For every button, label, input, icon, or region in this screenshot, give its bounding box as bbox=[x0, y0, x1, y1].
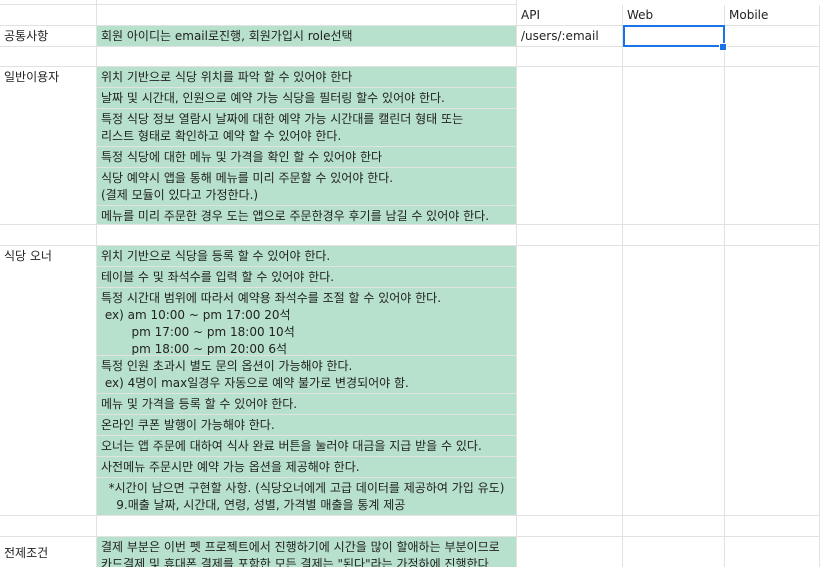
empty-cell[interactable] bbox=[725, 225, 820, 246]
requirement-cell[interactable]: 위치 기반으로 식당을 등록 할 수 있어야 한다. bbox=[97, 246, 517, 267]
empty-cell[interactable] bbox=[97, 47, 517, 67]
header-api[interactable]: API bbox=[517, 5, 623, 26]
requirement-cell[interactable]: 날짜 및 시간대, 인원으로 예약 가능 식당을 필터링 할수 있어야 한다. bbox=[97, 88, 517, 109]
api-column-cell[interactable] bbox=[517, 67, 623, 225]
common-api-cell[interactable]: /users/:email bbox=[517, 26, 623, 47]
requirement-cell[interactable]: 테이블 수 및 좌석수를 입력 할 수 있어야 한다. bbox=[97, 267, 517, 288]
empty-cell[interactable] bbox=[97, 5, 517, 26]
empty-cell[interactable] bbox=[725, 516, 820, 537]
empty-cell[interactable] bbox=[0, 47, 97, 67]
section-label-common[interactable]: 공통사항 bbox=[0, 26, 97, 47]
requirement-cell[interactable]: 온라인 쿠폰 발행이 가능해야 한다. bbox=[97, 415, 517, 436]
mobile-column-cell[interactable] bbox=[725, 537, 820, 567]
requirement-cell[interactable]: *시간이 남으면 구현할 사항. (식당오너에게 고급 데이터를 제공하여 가입… bbox=[97, 478, 517, 516]
empty-cell[interactable] bbox=[0, 516, 97, 537]
requirement-cell[interactable]: 식당 예약시 앱을 통해 메뉴를 미리 주문할 수 있어야 한다. (결제 모듈… bbox=[97, 168, 517, 206]
fill-handle[interactable] bbox=[719, 43, 727, 51]
empty-cell[interactable] bbox=[97, 225, 517, 246]
empty-cell[interactable] bbox=[623, 516, 725, 537]
mobile-column-cell[interactable] bbox=[725, 67, 820, 225]
requirement-cell[interactable]: 메뉴를 미리 주문한 경우 도는 앱으로 주문한경우 후기를 남길 수 있어야 … bbox=[97, 206, 517, 225]
empty-cell[interactable] bbox=[517, 225, 623, 246]
header-web[interactable]: Web bbox=[623, 5, 725, 26]
web-column-cell[interactable] bbox=[623, 67, 725, 225]
api-column-cell[interactable] bbox=[517, 537, 623, 567]
requirement-cell[interactable]: 특정 식당에 대한 메뉴 및 가격을 확인 할 수 있어야 한다 bbox=[97, 147, 517, 168]
common-desc-cell[interactable]: 회원 아이디는 email로진행, 회원가입시 role선택 bbox=[97, 26, 517, 47]
empty-cell[interactable] bbox=[517, 47, 623, 67]
web-column-cell[interactable] bbox=[623, 537, 725, 567]
requirement-cell[interactable]: 특정 인원 초과시 별도 문의 옵션이 가능해야 한다. ex) 4명이 max… bbox=[97, 356, 517, 394]
requirement-cell[interactable]: 사전메뉴 주문시만 예약 가능 옵션을 제공해야 한다. bbox=[97, 457, 517, 478]
requirement-cell[interactable]: 오너는 앱 주문에 대하여 식사 완료 버튼을 눌러야 대금을 지급 받을 수 … bbox=[97, 436, 517, 457]
mobile-column-cell[interactable] bbox=[725, 246, 820, 516]
web-column-cell[interactable] bbox=[623, 246, 725, 516]
empty-cell[interactable] bbox=[517, 516, 623, 537]
spreadsheet-grid: API Web Mobile 공통사항 회원 아이디는 email로진행, 회원… bbox=[0, 0, 820, 567]
empty-cell[interactable] bbox=[97, 516, 517, 537]
empty-cell[interactable] bbox=[725, 47, 820, 67]
empty-cell[interactable] bbox=[623, 47, 725, 67]
section-label-general-user[interactable]: 일반이용자 bbox=[0, 67, 97, 225]
section-label-owner[interactable]: 식당 오너 bbox=[0, 246, 97, 516]
common-mobile-cell[interactable] bbox=[725, 26, 820, 47]
active-cell-selection[interactable] bbox=[623, 25, 725, 47]
empty-cell[interactable] bbox=[623, 225, 725, 246]
empty-cell[interactable] bbox=[0, 225, 97, 246]
requirement-cell[interactable]: 특정 식당 정보 열람시 날짜에 대한 예약 가능 시간대를 캘린더 형태 또는… bbox=[97, 109, 517, 147]
requirement-cell[interactable]: 메뉴 및 가격을 등록 할 수 있어야 한다. bbox=[97, 394, 517, 415]
section-label-premise[interactable]: 전제조건 bbox=[0, 537, 97, 567]
header-mobile[interactable]: Mobile bbox=[725, 5, 820, 26]
api-column-cell[interactable] bbox=[517, 246, 623, 516]
empty-cell[interactable] bbox=[0, 5, 97, 26]
requirement-cell[interactable]: 위치 기반으로 식당 위치를 파악 할 수 있어야 한다 bbox=[97, 67, 517, 88]
requirement-cell[interactable]: 특정 시간대 범위에 따라서 예약용 좌석수를 조절 할 수 있어야 한다. e… bbox=[97, 288, 517, 356]
premise-desc-cell[interactable]: 결제 부분은 이번 펫 프로젝트에서 진행하기에 시간을 많이 할애하는 부분이… bbox=[97, 537, 517, 567]
